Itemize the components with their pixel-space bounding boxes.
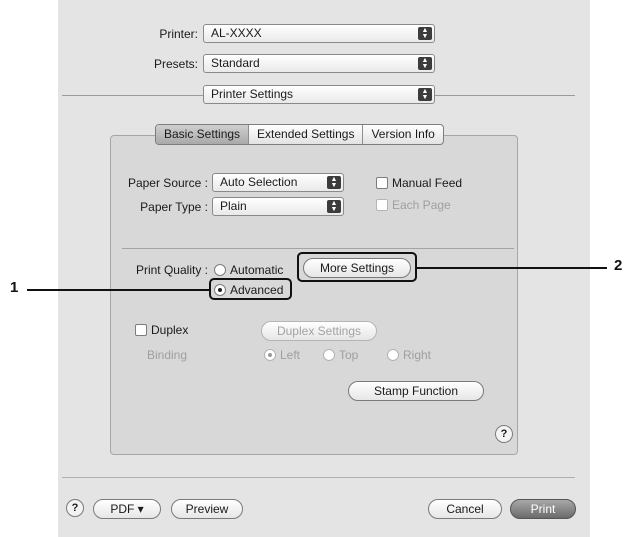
- separator-line-right: [435, 95, 575, 96]
- automatic-radio[interactable]: [214, 264, 226, 276]
- paper-source-value: Auto Selection: [220, 175, 298, 189]
- callout-number-2: 2: [614, 257, 623, 274]
- panel-help-button[interactable]: ?: [495, 425, 513, 443]
- preview-button[interactable]: Preview: [171, 499, 243, 519]
- popup-arrows-icon: ▲ ▼: [418, 88, 432, 101]
- callout-leader-1: [27, 289, 209, 291]
- duplex-label: Duplex: [151, 323, 189, 337]
- popup-arrows-icon: ▲ ▼: [418, 57, 432, 70]
- binding-left-label: Left: [280, 348, 301, 362]
- print-button[interactable]: Print: [510, 499, 576, 519]
- cancel-button[interactable]: Cancel: [428, 499, 502, 519]
- each-page-checkbox[interactable]: [376, 199, 388, 211]
- footer-separator: [62, 477, 575, 478]
- printer-label: Printer:: [159, 27, 198, 41]
- manual-feed-label: Manual Feed: [392, 176, 463, 190]
- tab-extended-settings[interactable]: Extended Settings: [248, 125, 362, 144]
- binding-right-radio[interactable]: [387, 349, 399, 361]
- paper-source-popup[interactable]: Auto Selection ▲ ▼: [212, 173, 344, 192]
- separator-line-left: [62, 95, 203, 96]
- each-page-label: Each Page: [392, 198, 451, 212]
- popup-arrows-icon: ▲ ▼: [418, 27, 432, 40]
- binding-right-label: Right: [403, 348, 432, 362]
- pdf-menu-button[interactable]: PDF ▾: [93, 499, 161, 519]
- pane-popup[interactable]: Printer Settings ▲ ▼: [203, 85, 435, 104]
- duplex-checkbox[interactable]: [135, 324, 147, 336]
- tab-basic-settings[interactable]: Basic Settings: [156, 125, 249, 144]
- paper-type-value: Plain: [220, 199, 247, 213]
- paper-source-label: Paper Source :: [127, 176, 208, 190]
- stamp-function-button[interactable]: Stamp Function: [348, 381, 484, 401]
- pane-value: Printer Settings: [211, 87, 294, 101]
- printer-value: AL-XXXX: [211, 26, 262, 40]
- print-quality-label: Print Quality :: [135, 263, 208, 277]
- callout-leader-2: [417, 267, 607, 269]
- binding-left-radio[interactable]: [264, 349, 276, 361]
- presets-value: Standard: [211, 56, 260, 70]
- binding-top-radio[interactable]: [323, 349, 335, 361]
- callout-box-more-settings: [297, 252, 417, 282]
- binding-label: Binding: [147, 348, 188, 362]
- callout-box-advanced: [209, 278, 292, 300]
- tab-version-info[interactable]: Version Info: [362, 125, 442, 144]
- binding-top-label: Top: [339, 348, 359, 362]
- footer-help-button[interactable]: ?: [66, 499, 84, 517]
- tab-bar: Basic Settings Extended Settings Version…: [155, 124, 444, 145]
- manual-feed-checkbox[interactable]: [376, 177, 388, 189]
- presets-popup[interactable]: Standard ▲ ▼: [203, 54, 435, 73]
- callout-number-1: 1: [10, 279, 19, 296]
- panel-divider: [122, 248, 514, 249]
- popup-arrows-icon: ▲ ▼: [327, 200, 341, 213]
- paper-type-popup[interactable]: Plain ▲ ▼: [212, 197, 344, 216]
- paper-type-label: Paper Type :: [140, 200, 208, 214]
- duplex-settings-button[interactable]: Duplex Settings: [261, 321, 377, 341]
- printer-popup[interactable]: AL-XXXX ▲ ▼: [203, 24, 435, 43]
- automatic-label: Automatic: [230, 263, 284, 277]
- presets-label: Presets:: [153, 57, 198, 71]
- popup-arrows-icon: ▲ ▼: [327, 176, 341, 189]
